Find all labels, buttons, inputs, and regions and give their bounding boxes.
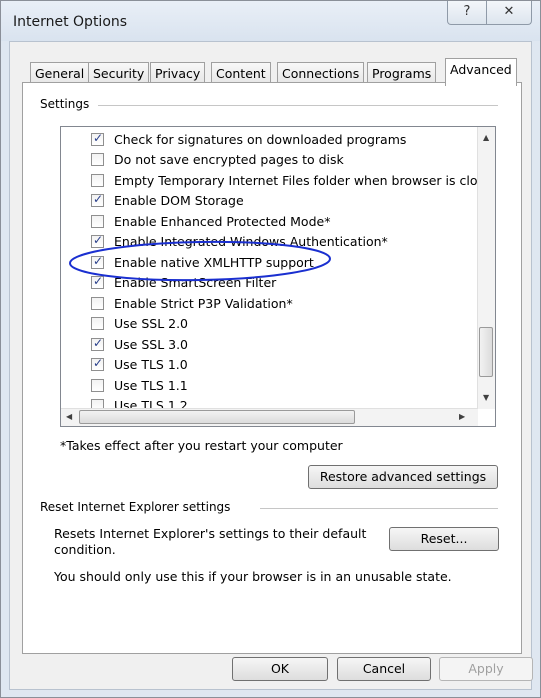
tab-programs[interactable]: Programs [367,62,437,84]
tab-advanced[interactable]: Advanced [445,58,517,86]
checkbox-icon[interactable] [91,192,104,207]
button-label: OK [270,661,290,676]
reset-group-line [260,508,498,509]
restore-advanced-settings-button[interactable]: Restore advanced settings [308,465,498,489]
setting-row[interactable]: Enable Enhanced Protected Mode* [91,211,330,231]
setting-label: Use SSL 2.0 [114,316,189,331]
setting-row[interactable]: Use TLS 1.1 [91,375,188,395]
horizontal-scroll-thumb[interactable] [79,410,355,424]
vertical-scroll-thumb[interactable] [479,327,493,377]
tab-label: Content [216,66,266,81]
tab-label: Programs [372,66,432,81]
setting-row[interactable]: Use SSL 2.0 [91,314,188,334]
checkbox-icon[interactable] [91,336,104,351]
tab-label: Advanced [450,62,512,77]
checkbox-icon[interactable] [91,296,104,310]
cancel-button[interactable]: Cancel [337,657,431,681]
restart-footnote: *Takes effect after you restart your com… [60,438,343,453]
close-icon: ✕ [503,4,515,19]
close-button[interactable]: ✕ [486,1,532,25]
checkbox-icon[interactable] [91,378,104,392]
setting-label: Do not save encrypted pages to disk [114,152,344,167]
button-label: Reset... [420,531,468,546]
checkbox-icon[interactable] [91,173,104,187]
scroll-right-arrow-icon[interactable]: ▶ [459,412,465,421]
tab-general[interactable]: General [30,62,90,84]
tab-label: Connections [282,66,360,81]
checkbox-icon[interactable] [91,131,104,146]
setting-label: Check for signatures on downloaded progr… [114,131,407,147]
tab-label: General [35,66,85,81]
setting-label: Use TLS 1.0 [114,357,188,372]
setting-label: Enable Strict P3P Validation* [114,295,293,311]
help-icon: ? [463,4,471,19]
scroll-up-arrow-icon[interactable]: ▲ [483,133,489,142]
button-label: Apply [468,661,504,676]
horizontal-scrollbar[interactable]: ◀ ▶ [61,408,478,426]
vertical-scrollbar[interactable]: ▲ ▼ [477,127,495,409]
setting-label: Use SSL 3.0 [114,336,189,352]
setting-label: Empty Temporary Internet Files folder wh… [114,172,478,188]
checkbox-icon[interactable] [91,153,104,166]
window-title: Internet Options [13,14,128,30]
reset-group-label: Reset Internet Explorer settings [36,500,235,514]
checkbox-icon[interactable] [91,214,104,228]
tab-privacy[interactable]: Privacy [150,62,206,84]
button-label: Cancel [362,661,406,676]
setting-row[interactable]: Enable DOM Storage [91,191,244,211]
help-button[interactable]: ? [447,1,487,25]
setting-row[interactable]: Use TLS 1.0 [91,355,188,375]
setting-row[interactable]: Empty Temporary Internet Files folder wh… [91,170,478,190]
tab-label: Security [93,66,145,81]
setting-label: Enable Enhanced Protected Mode* [114,213,331,229]
setting-label: Use TLS 1.1 [114,377,188,393]
tab-label: Privacy [155,66,201,81]
setting-row[interactable]: Enable Strict P3P Validation* [91,293,293,313]
checkbox-icon[interactable] [91,317,104,330]
ok-button[interactable]: OK [232,657,328,681]
setting-label: Enable DOM Storage [114,193,244,208]
unusable-state-warning: You should only use this if your browser… [54,569,452,584]
setting-row[interactable]: Use SSL 3.0 [91,334,188,354]
highlight-ellipse [69,240,331,282]
reset-button[interactable]: Reset... [389,527,499,551]
scroll-down-arrow-icon[interactable]: ▼ [483,393,489,402]
tab-security[interactable]: Security [88,62,150,84]
scroll-left-arrow-icon[interactable]: ◀ [66,412,72,421]
title-bar[interactable]: Internet Options ? ✕ [1,1,540,41]
settings-group-label: Settings [36,97,94,111]
setting-row[interactable]: Do not save encrypted pages to disk [91,150,344,170]
setting-row[interactable]: Check for signatures on downloaded progr… [91,129,406,149]
tab-content[interactable]: Content [211,62,271,84]
tab-connections[interactable]: Connections [277,62,365,84]
checkbox-icon[interactable] [91,356,104,371]
apply-button[interactable]: Apply [439,657,533,681]
settings-group-line [98,105,498,106]
reset-description-line2: condition. [54,542,116,557]
reset-description-line1: Resets Internet Explorer's settings to t… [54,526,367,541]
button-label: Restore advanced settings [319,469,487,484]
